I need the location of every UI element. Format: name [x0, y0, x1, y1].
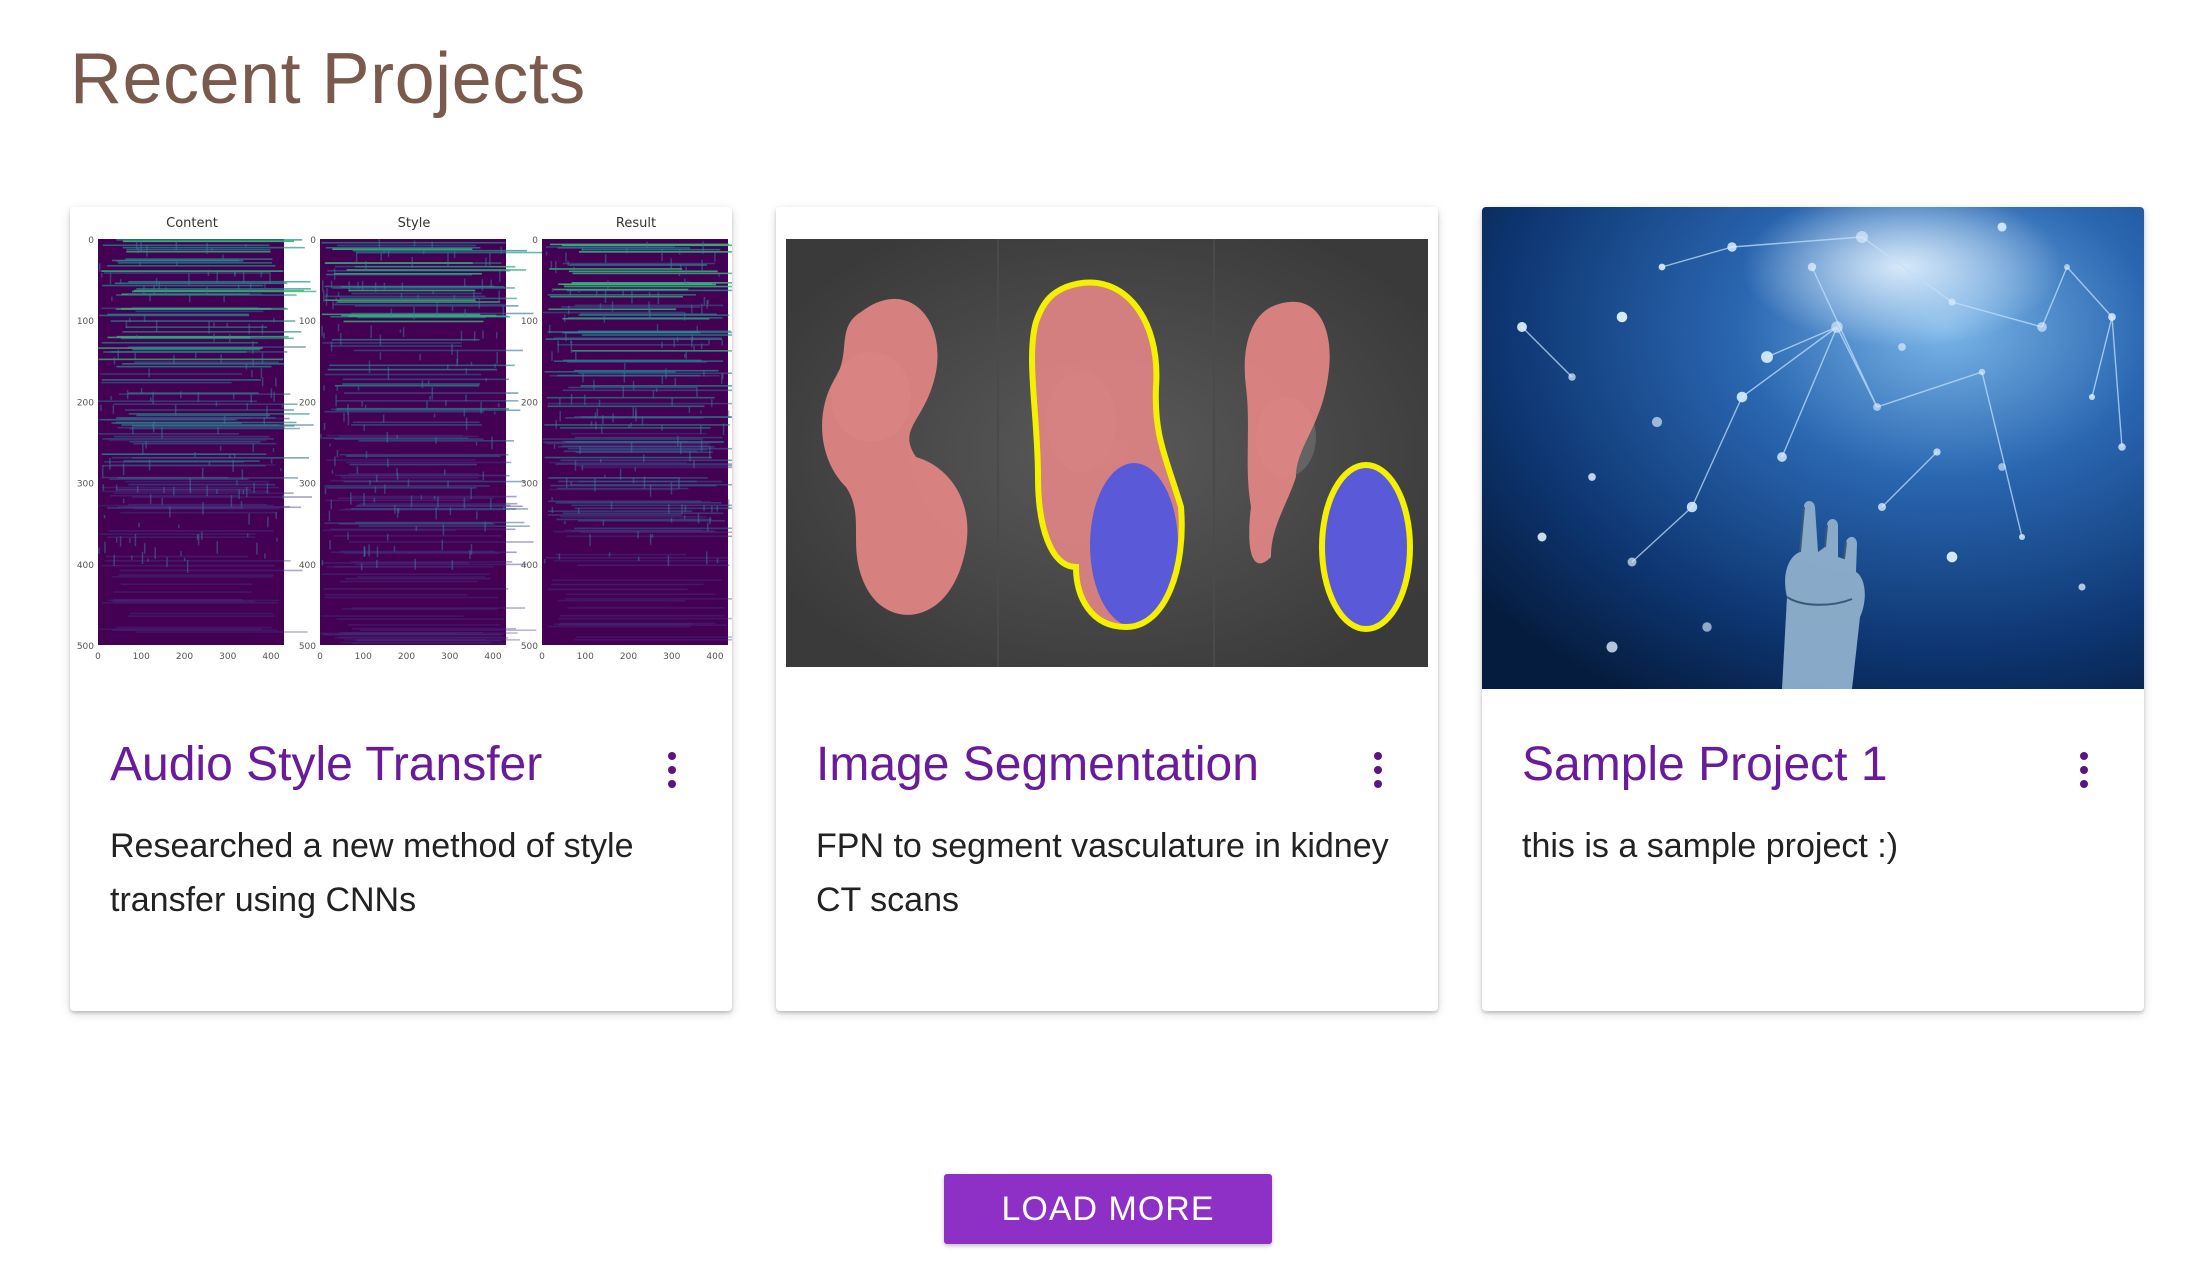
- project-title[interactable]: Audio Style Transfer: [110, 737, 542, 792]
- y-tick-label: 300: [521, 480, 538, 490]
- y-tick-label: 500: [299, 642, 316, 652]
- page: Recent Projects Content Style Result 0 10…: [0, 0, 2194, 1280]
- x-tick-label: 400: [484, 652, 501, 662]
- project-image-network[interactable]: [1482, 207, 2144, 689]
- y-tick-label: 500: [521, 642, 538, 652]
- x-tick-label: 0: [317, 652, 323, 662]
- project-description: this is a sample project :): [1522, 827, 1899, 865]
- spectrogram-image: Content Style Result 01002003004005000 10…: [70, 207, 732, 689]
- project-card-audio-style-transfer[interactable]: Content Style Result 0 100 200 300 400 500 0 10…: [70, 207, 732, 1011]
- y-tick-label: 400: [299, 561, 316, 571]
- x-tick-label: 200: [176, 652, 193, 662]
- y-tick-label: 300: [77, 480, 94, 490]
- more-vert-icon[interactable]: [652, 745, 692, 795]
- panel-title-style: Style: [398, 216, 431, 231]
- x-tick-label: 300: [663, 652, 680, 662]
- project-title[interactable]: Image Segmentation: [816, 737, 1259, 792]
- y-tick-label: 400: [77, 561, 94, 571]
- project-description: FPN to segment vasculature in kidney CT …: [816, 827, 1389, 919]
- panel-title-result: Result: [616, 216, 656, 231]
- y-tick-label: 0: [532, 236, 538, 246]
- x-tick-label: 0: [95, 652, 101, 662]
- x-tick-label: 300: [219, 652, 236, 662]
- project-description: Researched a new method of style transfe…: [110, 827, 634, 919]
- y-tick-label: 500: [77, 642, 94, 652]
- x-tick-label: 300: [441, 652, 458, 662]
- y-tick-label: 400: [521, 561, 538, 571]
- x-tick-label: 100: [577, 652, 594, 662]
- y-tick-label: 100: [77, 317, 94, 327]
- y-tick-label: 200: [77, 398, 94, 408]
- page-title: Recent Projects: [70, 39, 586, 119]
- y-tick-label: 200: [521, 398, 538, 408]
- project-title[interactable]: Sample Project 1: [1522, 737, 1888, 792]
- project-image-spectrograms[interactable]: Content Style Result 0 100 200 300 400 500 0 10…: [70, 207, 732, 689]
- y-tick-label: 300: [299, 480, 316, 490]
- y-tick-label: 100: [521, 317, 538, 327]
- project-card-image-segmentation[interactable]: Image Segmentation FPN to segment vascul…: [776, 207, 1438, 1011]
- x-tick-label: 0: [539, 652, 545, 662]
- load-more-button[interactable]: LOAD MORE: [944, 1174, 1272, 1244]
- x-tick-label: 400: [706, 652, 723, 662]
- project-image-ct-segmentation[interactable]: [776, 207, 1438, 689]
- x-tick-label: 200: [620, 652, 637, 662]
- y-tick-label: 0: [88, 236, 94, 246]
- more-vert-icon[interactable]: [1358, 745, 1398, 795]
- project-card-sample-project-1[interactable]: Sample Project 1 this is a sample projec…: [1482, 207, 2144, 1011]
- x-tick-label: 100: [133, 652, 150, 662]
- y-tick-label: 100: [299, 317, 316, 327]
- panel-title-content: Content: [166, 216, 218, 231]
- y-tick-label: 200: [299, 398, 316, 408]
- x-tick-label: 400: [262, 652, 279, 662]
- x-tick-label: 100: [355, 652, 372, 662]
- y-tick-label: 0: [310, 236, 316, 246]
- ct-scan-image: [776, 207, 1438, 689]
- more-vert-icon[interactable]: [2064, 745, 2104, 795]
- neural-network-image: [1482, 207, 2144, 689]
- x-tick-label: 200: [398, 652, 415, 662]
